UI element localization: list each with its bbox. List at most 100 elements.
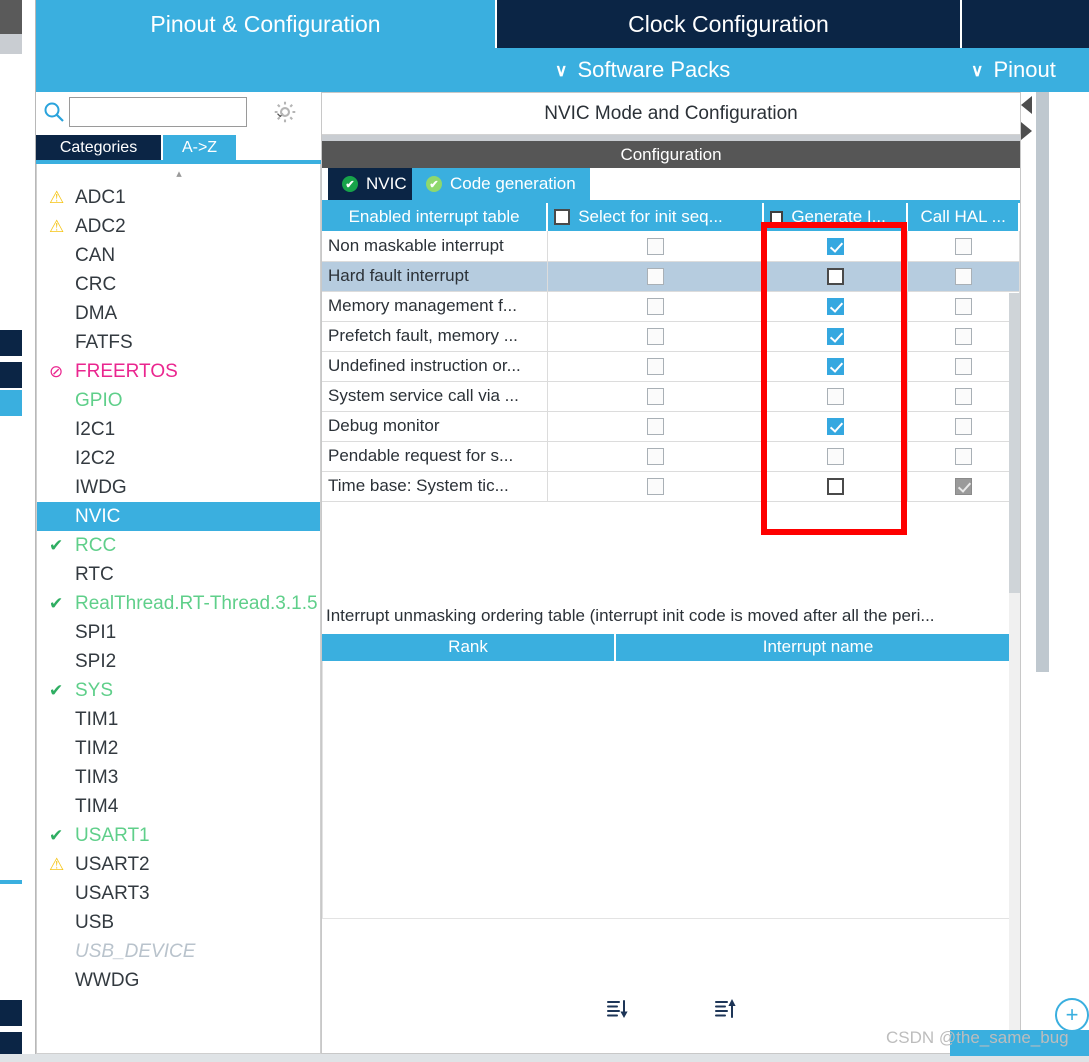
call-hal-handler-checkbox-cell[interactable] xyxy=(907,411,1020,442)
call-hal-handler-checkbox-cell[interactable] xyxy=(907,261,1020,292)
sidebar-tab-categories[interactable]: Categories xyxy=(36,135,161,160)
select-for-init-checkbox[interactable] xyxy=(646,328,664,346)
select-for-init-checkbox-cell[interactable] xyxy=(547,261,764,292)
tab-extra[interactable] xyxy=(962,0,1089,48)
generate-interrupt-checkbox-cell[interactable] xyxy=(763,321,908,352)
sidebar-item-usb[interactable]: USB xyxy=(37,908,320,937)
select-for-init-checkbox-cell[interactable] xyxy=(547,321,764,352)
column-header-generate-interrupt[interactable]: Generate I... xyxy=(763,203,909,231)
select-for-init-checkbox[interactable] xyxy=(646,237,664,255)
sidebar-item-usb-device[interactable]: USB_DEVICE xyxy=(37,937,320,966)
select-for-init-checkbox-cell[interactable] xyxy=(547,441,764,472)
select-for-init-checkbox-cell[interactable] xyxy=(547,291,764,322)
table-row[interactable]: Time base: System tic... xyxy=(322,471,1020,502)
call-hal-handler-checkbox[interactable] xyxy=(954,328,972,346)
interrupt-name-cell[interactable]: Memory management f... xyxy=(322,291,548,322)
sidebar-tab-a-to-z[interactable]: A->Z xyxy=(163,135,236,160)
sidebar-item-usart2[interactable]: ⚠ USART2 xyxy=(37,850,320,879)
generate-interrupt-checkbox[interactable] xyxy=(826,478,844,496)
table-row[interactable]: Prefetch fault, memory ... xyxy=(322,321,1020,352)
sidebar-item-adc2[interactable]: ⚠ ADC2 xyxy=(37,212,320,241)
interrupt-name-cell[interactable]: Debug monitor xyxy=(322,411,548,442)
generate-interrupt-checkbox[interactable] xyxy=(826,268,844,286)
table-row[interactable]: Hard fault interrupt xyxy=(322,261,1020,292)
sidebar-item-freertos[interactable]: ⊘ FREERTOS xyxy=(37,357,320,386)
right-splitter[interactable] xyxy=(1036,92,1049,672)
tab-nvic[interactable]: ✔ NVIC xyxy=(328,168,421,200)
peripheral-list[interactable]: ▴ ⚠ ADC1 ⚠ ADC2 CAN CRC DMA FATFS ⊘ FREERTOS GPIO I… xyxy=(36,164,321,1054)
select-for-init-checkbox[interactable] xyxy=(646,448,664,466)
sidebar-item-rtc[interactable]: RTC xyxy=(37,560,320,589)
sidebar-item-rcc[interactable]: ✔ RCC xyxy=(37,531,320,560)
sidebar-item-tim3[interactable]: TIM3 xyxy=(37,763,320,792)
search-combobox[interactable]: ⌄ xyxy=(69,97,287,127)
select-for-init-checkbox[interactable] xyxy=(646,268,664,286)
generate-interrupt-checkbox[interactable] xyxy=(826,418,844,436)
call-hal-handler-checkbox[interactable] xyxy=(954,418,972,436)
column-header-select-for-init-seq[interactable]: Select for init seq... xyxy=(547,203,765,231)
sidebar-item-sys[interactable]: ✔ SYS xyxy=(37,676,320,705)
select-for-init-checkbox[interactable] xyxy=(646,478,664,496)
sidebar-item-crc[interactable]: CRC xyxy=(37,270,320,299)
triangle-left-icon[interactable] xyxy=(1021,96,1032,114)
call-hal-handler-checkbox[interactable] xyxy=(954,358,972,376)
tab-pinout-and-configuration[interactable]: Pinout & Configuration xyxy=(36,0,497,48)
call-hal-handler-checkbox-cell[interactable] xyxy=(907,471,1020,502)
table-row[interactable]: System service call via ... xyxy=(322,381,1020,412)
table-row[interactable]: Non maskable interrupt xyxy=(322,231,1020,262)
call-hal-handler-checkbox[interactable] xyxy=(954,298,972,316)
table-row[interactable]: Memory management f... xyxy=(322,291,1020,322)
select-all-init-seq-checkbox[interactable] xyxy=(554,209,571,225)
sidebar-item-usart1[interactable]: ✔ USART1 xyxy=(37,821,320,850)
call-hal-handler-checkbox[interactable] xyxy=(954,478,972,496)
generate-interrupt-checkbox[interactable] xyxy=(826,237,844,255)
sidebar-item-tim1[interactable]: TIM1 xyxy=(37,705,320,734)
sidebar-item-adc1[interactable]: ⚠ ADC1 xyxy=(37,183,320,212)
call-hal-handler-checkbox[interactable] xyxy=(954,388,972,406)
interrupt-name-cell[interactable]: Pendable request for s... xyxy=(322,441,548,472)
ordering-table-body[interactable] xyxy=(322,660,1020,919)
interrupt-name-cell[interactable]: Hard fault interrupt xyxy=(322,261,548,292)
select-for-init-checkbox-cell[interactable] xyxy=(547,381,764,412)
interrupt-name-cell[interactable]: Undefined instruction or... xyxy=(322,351,548,382)
generate-interrupt-checkbox-cell[interactable] xyxy=(763,471,908,502)
call-hal-handler-checkbox-cell[interactable] xyxy=(907,351,1020,382)
sidebar-item-usart3[interactable]: USART3 xyxy=(37,879,320,908)
sidebar-item-wwdg[interactable]: WWDG xyxy=(37,966,320,995)
scrollbar-thumb[interactable] xyxy=(1009,293,1020,593)
table-row[interactable]: Pendable request for s... xyxy=(322,441,1020,472)
generate-interrupt-checkbox-cell[interactable] xyxy=(763,381,908,412)
generate-interrupt-checkbox-cell[interactable] xyxy=(763,231,908,262)
select-for-init-checkbox-cell[interactable] xyxy=(547,411,764,442)
sidebar-item-gpio[interactable]: GPIO xyxy=(37,386,320,415)
column-header-call-hal[interactable]: Call HAL ... xyxy=(907,203,1020,231)
main-panel-scrollbar[interactable] xyxy=(1009,293,1020,1053)
sidebar-item-spi2[interactable]: SPI2 xyxy=(37,647,320,676)
sort-ascending-button[interactable] xyxy=(712,996,738,1022)
select-for-init-checkbox[interactable] xyxy=(646,298,664,316)
column-header-rank[interactable]: Rank xyxy=(322,633,617,661)
select-for-init-checkbox-cell[interactable] xyxy=(547,231,764,262)
generate-interrupt-checkbox[interactable] xyxy=(826,328,844,346)
select-for-init-checkbox-cell[interactable] xyxy=(547,351,764,382)
generate-interrupt-checkbox-cell[interactable] xyxy=(763,441,908,472)
generate-interrupt-checkbox[interactable] xyxy=(826,298,844,316)
call-hal-handler-checkbox-cell[interactable] xyxy=(907,381,1020,412)
generate-interrupt-checkbox[interactable] xyxy=(826,388,844,406)
triangle-right-icon[interactable] xyxy=(1021,122,1032,140)
generate-interrupt-checkbox-cell[interactable] xyxy=(763,351,908,382)
interrupt-name-cell[interactable]: Non maskable interrupt xyxy=(322,231,548,262)
generate-interrupt-checkbox-cell[interactable] xyxy=(763,261,908,292)
call-hal-handler-checkbox-cell[interactable] xyxy=(907,321,1020,352)
generate-interrupt-checkbox[interactable] xyxy=(826,448,844,466)
search-input[interactable] xyxy=(70,98,274,126)
call-hal-handler-checkbox-cell[interactable] xyxy=(907,441,1020,472)
sidebar-item-i2c1[interactable]: I2C1 xyxy=(37,415,320,444)
interrupt-name-cell[interactable]: Prefetch fault, memory ... xyxy=(322,321,548,352)
table-row[interactable]: Undefined instruction or... xyxy=(322,351,1020,382)
call-hal-handler-checkbox[interactable] xyxy=(954,237,972,255)
interrupt-name-cell[interactable]: System service call via ... xyxy=(322,381,548,412)
sidebar-item-i2c2[interactable]: I2C2 xyxy=(37,444,320,473)
sidebar-item-nvic[interactable]: NVIC xyxy=(37,502,320,531)
select-all-generate-checkbox[interactable] xyxy=(770,210,784,224)
